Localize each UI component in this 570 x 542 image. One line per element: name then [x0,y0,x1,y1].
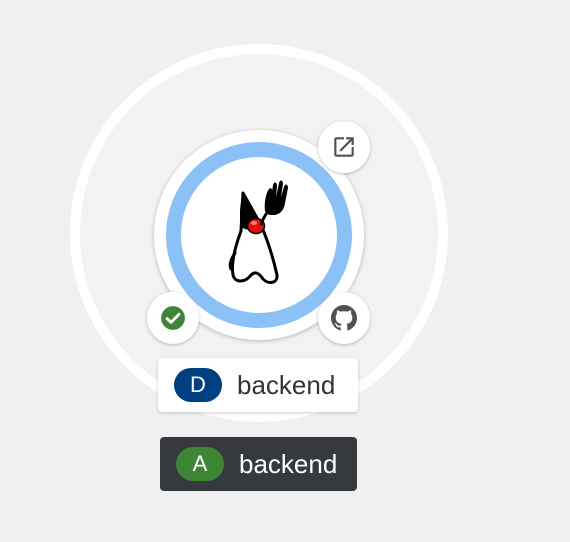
deployment-badge: D [174,368,222,402]
build-status-decorator[interactable] [147,292,199,344]
deployment-label[interactable]: D backend [158,358,358,412]
application-name: backend [239,448,338,479]
topology-canvas[interactable]: D backend A backend [0,0,570,542]
application-label[interactable]: A backend [160,437,357,491]
java-duke-icon [228,180,288,284]
application-badge: A [176,447,224,481]
open-url-decorator[interactable] [318,121,370,173]
external-link-icon [334,137,354,157]
edit-source-decorator[interactable] [318,292,370,344]
check-circle-icon [161,306,185,330]
deployment-name: backend [237,369,336,400]
github-icon [331,305,357,331]
